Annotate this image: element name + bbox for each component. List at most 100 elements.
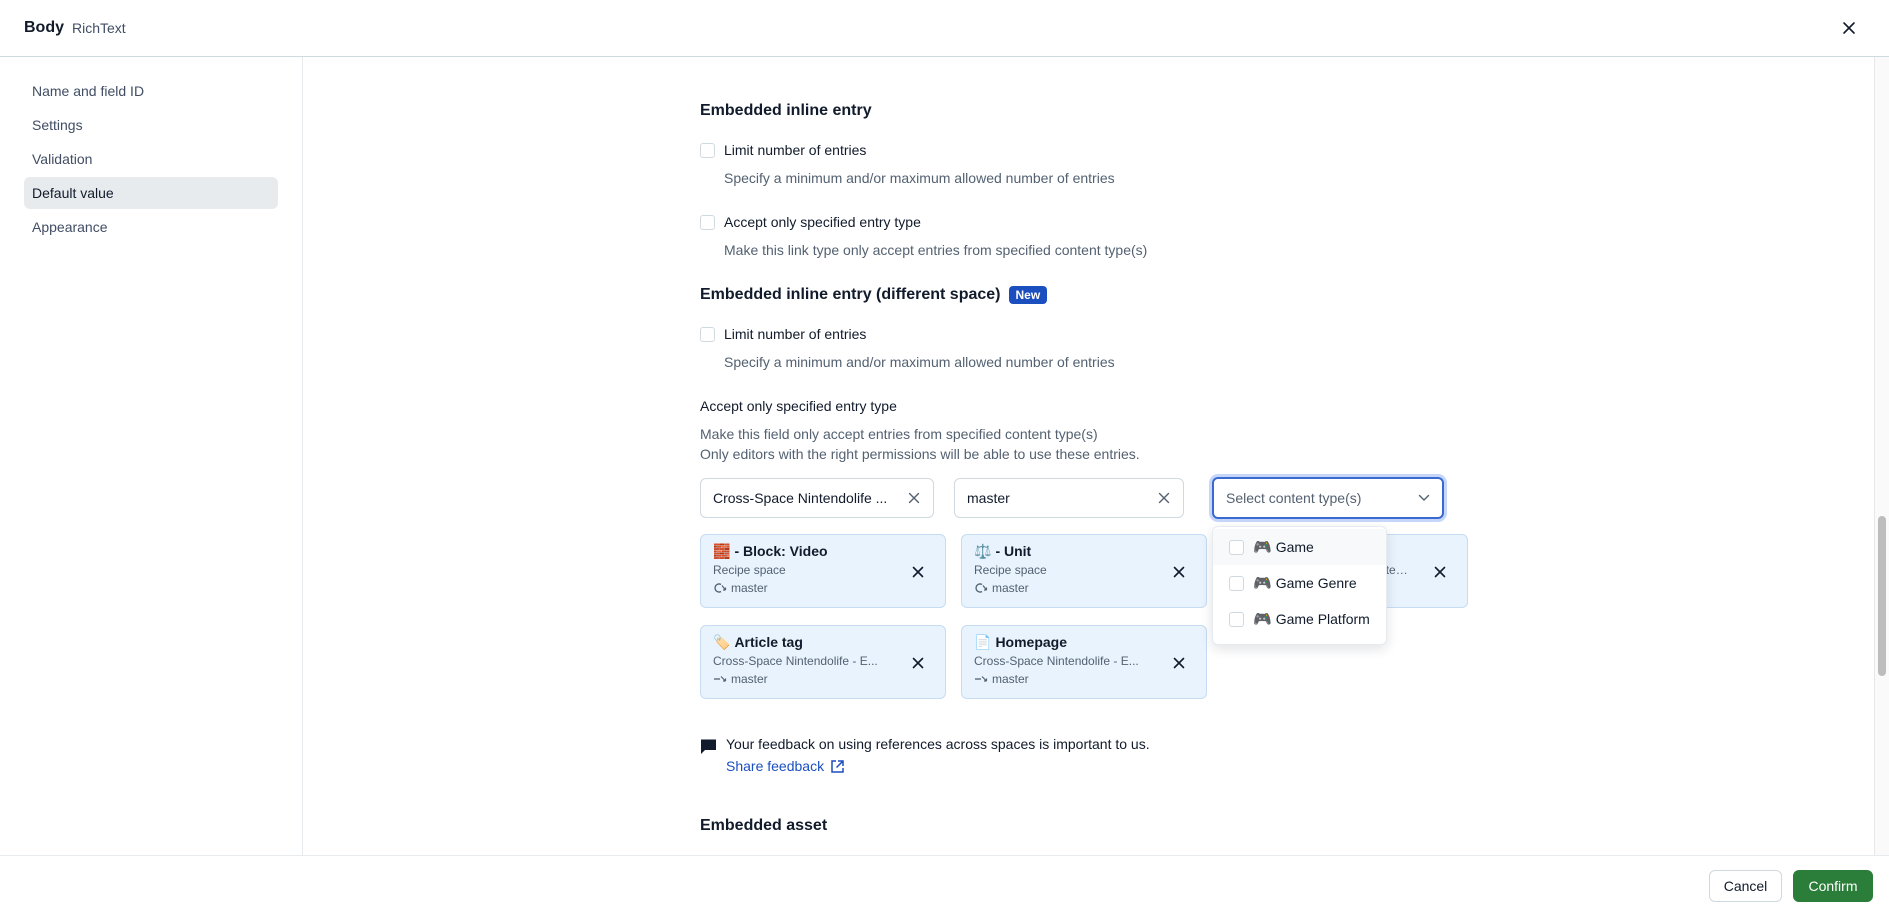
modal-footer: Cancel Confirm bbox=[0, 855, 1889, 908]
content-type-card: ⚖️ - Unit Recipe space master bbox=[961, 534, 1207, 608]
chat-bubble-icon bbox=[701, 739, 716, 754]
close-icon bbox=[1843, 22, 1855, 34]
option-checkbox[interactable] bbox=[1229, 611, 1244, 627]
modal-header: Body RichText bbox=[0, 0, 1889, 57]
cancel-button[interactable]: Cancel bbox=[1709, 870, 1782, 902]
card-space: Cross-Space Nintendolife - E... bbox=[713, 654, 878, 668]
close-icon bbox=[1173, 566, 1185, 578]
close-icon bbox=[912, 657, 924, 669]
remove-card-button[interactable] bbox=[1433, 565, 1447, 579]
card-env: master bbox=[731, 581, 768, 595]
card-env: master bbox=[992, 672, 1029, 686]
sidebar-item-validation[interactable]: Validation bbox=[24, 143, 278, 175]
limit-entries-label: Limit number of entries bbox=[724, 142, 867, 158]
card-emoji: 🏷️ bbox=[713, 633, 731, 650]
section-title-text: Embedded inline entry (different space) bbox=[700, 286, 1001, 303]
remove-card-button[interactable] bbox=[911, 565, 925, 579]
content-type-dropdown: 🎮 Game 🎮 Game Genre 🎮 Game Platform bbox=[1212, 526, 1387, 645]
environment-alias-icon bbox=[714, 583, 727, 593]
option-label: Game Genre bbox=[1275, 575, 1357, 591]
card-emoji: 🧱 bbox=[713, 542, 731, 559]
feedback-note: Your feedback on using references across… bbox=[700, 733, 1150, 777]
option-label: Game bbox=[1275, 539, 1314, 555]
card-space: Recipe space bbox=[974, 563, 1047, 577]
space-select-value: Cross-Space Nintendolife ... bbox=[713, 490, 888, 506]
game-controller-icon: 🎮 bbox=[1253, 611, 1272, 628]
sidebar-item-name-and-field-id[interactable]: Name and field ID bbox=[24, 75, 278, 107]
clear-environment-button[interactable] bbox=[1157, 491, 1171, 505]
limit-entries-checkbox[interactable] bbox=[700, 142, 715, 158]
accept-type-option[interactable]: Accept only specified entry type bbox=[700, 214, 921, 230]
scrollbar-thumb[interactable] bbox=[1878, 516, 1886, 676]
environment-icon bbox=[714, 676, 727, 682]
content-type-select[interactable]: Select content type(s) bbox=[1212, 477, 1444, 519]
remove-card-button[interactable] bbox=[911, 656, 925, 670]
clear-icon bbox=[1158, 492, 1170, 504]
confirm-button[interactable]: Confirm bbox=[1793, 870, 1873, 902]
content-type-card: 🧱 - Block: Video Recipe space master bbox=[700, 534, 946, 608]
sidebar-item-settings[interactable]: Settings bbox=[24, 109, 278, 141]
clear-space-button[interactable] bbox=[907, 491, 921, 505]
card-env: master bbox=[731, 672, 768, 686]
option-label: Game Platform bbox=[1275, 611, 1370, 627]
content-type-placeholder: Select content type(s) bbox=[1226, 490, 1362, 506]
accept-type-checkbox[interactable] bbox=[700, 214, 715, 230]
external-link-icon bbox=[831, 759, 844, 773]
share-feedback-link[interactable]: Share feedback bbox=[726, 755, 1150, 777]
field-type-label: RichText bbox=[72, 20, 126, 36]
cross-accept-type-help-2: Only editors with the right permissions … bbox=[700, 446, 1140, 462]
share-feedback-label: Share feedback bbox=[726, 758, 825, 774]
cross-limit-entries-checkbox[interactable] bbox=[700, 326, 715, 342]
close-button[interactable] bbox=[1837, 16, 1861, 40]
game-controller-icon: 🎮 bbox=[1253, 575, 1272, 592]
card-name: - Unit bbox=[995, 543, 1032, 559]
feedback-message: Your feedback on using references across… bbox=[726, 736, 1150, 752]
space-select[interactable]: Cross-Space Nintendolife ... bbox=[700, 478, 934, 518]
card-emoji: 📄 bbox=[974, 633, 992, 650]
card-name: Article tag bbox=[734, 634, 803, 650]
accept-type-label: Accept only specified entry type bbox=[724, 214, 921, 230]
close-icon bbox=[912, 566, 924, 578]
option-checkbox[interactable] bbox=[1229, 539, 1244, 555]
environment-alias-icon bbox=[975, 583, 988, 593]
chevron-down-icon bbox=[1418, 494, 1430, 501]
close-icon bbox=[1434, 566, 1446, 578]
sidebar-nav: Name and field ID Settings Validation De… bbox=[0, 57, 303, 855]
content-type-card: 🏷️ Article tag Cross-Space Nintendolife -… bbox=[700, 625, 946, 699]
section-title-inline-entry-cross: Embedded inline entry (different space) … bbox=[700, 286, 1048, 304]
content-type-card: 📄 Homepage Cross-Space Nintendolife - E..… bbox=[961, 625, 1207, 699]
section-title-embedded-asset: Embedded asset bbox=[700, 817, 828, 834]
card-space: Recipe space bbox=[713, 563, 786, 577]
remove-card-button[interactable] bbox=[1172, 565, 1186, 579]
environment-select-value: master bbox=[967, 490, 1010, 506]
dropdown-option-game-genre[interactable]: 🎮 Game Genre bbox=[1213, 565, 1386, 601]
accept-type-help: Make this link type only accept entries … bbox=[724, 242, 1148, 258]
section-title-inline-entry: Embedded inline entry bbox=[700, 102, 872, 119]
environment-icon bbox=[975, 676, 988, 682]
cross-accept-type-help-1: Make this field only accept entries from… bbox=[700, 426, 1098, 442]
settings-content: Embedded inline entry Limit number of en… bbox=[304, 57, 1874, 855]
sidebar-item-appearance[interactable]: Appearance bbox=[24, 211, 278, 243]
cross-limit-entries-help: Specify a minimum and/or maximum allowed… bbox=[724, 354, 1115, 370]
new-badge: New bbox=[1008, 286, 1048, 304]
content-scrollbar[interactable] bbox=[1874, 57, 1889, 855]
card-name: Homepage bbox=[995, 634, 1068, 650]
card-emoji: ⚖️ bbox=[974, 542, 992, 559]
card-space: Cross-Space Nintendolife - E... bbox=[974, 654, 1139, 668]
close-icon bbox=[1173, 657, 1185, 669]
option-checkbox[interactable] bbox=[1229, 575, 1244, 591]
cross-accept-type-label: Accept only specified entry type bbox=[700, 398, 897, 414]
environment-select[interactable]: master bbox=[954, 478, 1184, 518]
cross-limit-entries-option[interactable]: Limit number of entries bbox=[700, 326, 866, 342]
limit-entries-option[interactable]: Limit number of entries bbox=[700, 142, 866, 158]
cross-limit-entries-label: Limit number of entries bbox=[724, 326, 867, 342]
sidebar-item-default-value[interactable]: Default value bbox=[24, 177, 278, 209]
remove-card-button[interactable] bbox=[1172, 656, 1186, 670]
clear-icon bbox=[908, 492, 920, 504]
dropdown-option-game[interactable]: 🎮 Game bbox=[1213, 529, 1386, 565]
game-controller-icon: 🎮 bbox=[1253, 539, 1272, 556]
dropdown-option-game-platform[interactable]: 🎮 Game Platform bbox=[1213, 601, 1386, 637]
limit-entries-help: Specify a minimum and/or maximum allowed… bbox=[724, 170, 1115, 186]
card-name: - Block: Video bbox=[734, 543, 828, 559]
modal-title: Body bbox=[24, 19, 64, 36]
